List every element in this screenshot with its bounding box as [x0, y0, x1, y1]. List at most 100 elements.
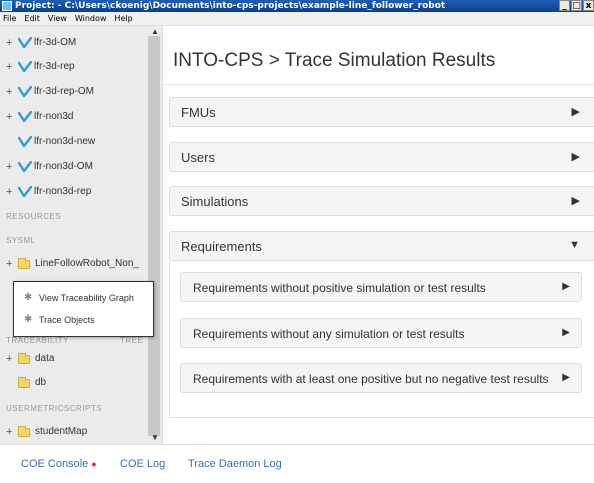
fmu-icon — [18, 161, 32, 173]
expand-icon[interactable]: + — [6, 109, 18, 125]
expand-icon[interactable]: + — [6, 424, 18, 440]
sidebar-item-lfr-3d-rep[interactable]: + lfr-3d-rep — [6, 59, 75, 75]
sidebar-item-label: studentMap — [35, 426, 88, 437]
expand-icon[interactable]: + — [6, 184, 18, 200]
fmu-icon — [18, 86, 32, 98]
sidebar-item-lfr-non3d-om[interactable]: + lfr-non3d-OM — [6, 159, 93, 175]
sidebar-item-db[interactable]: db — [6, 375, 46, 391]
fmu-icon — [18, 136, 32, 148]
menu-help[interactable]: Help — [114, 12, 132, 25]
coe-console-link[interactable]: COE Console ● — [21, 458, 97, 470]
caret-down-icon: ▼ — [569, 239, 580, 251]
trace-daemon-log-link[interactable]: Trace Daemon Log — [188, 458, 282, 470]
window-title-bar: Project: - C:\Users\ckoenig\Documents\in… — [0, 0, 594, 12]
expand-icon[interactable]: + — [6, 256, 18, 272]
menu-view[interactable]: View — [48, 12, 67, 25]
menu-item-view-traceability-graph[interactable]: ✱ View Traceability Graph — [24, 291, 134, 305]
sidebar-item-label: lfr-non3d — [34, 111, 74, 122]
sidebar-item-lfr-3d-rep-om[interactable]: + lfr-3d-rep-OM — [6, 84, 94, 100]
caret-right-icon: ▶ — [562, 281, 570, 292]
context-menu: ✱ View Traceability Graph ✱ Trace Object… — [13, 281, 154, 337]
page-title: INTO-CPS > Trace Simulation Results — [173, 50, 496, 71]
caret-right-icon: ▶ — [571, 106, 580, 118]
section-sysml[interactable]: SYSML — [6, 236, 36, 245]
panel-label: Requirements with at least one positive … — [193, 372, 549, 386]
window-controls: _ □ x — [559, 0, 594, 12]
gear-icon: ✱ — [24, 292, 33, 303]
panel-label: FMUs — [181, 105, 216, 120]
menu-bar: File Edit View Window Help — [0, 12, 594, 26]
sidebar-item-lfr-3d-om[interactable]: + lfr-3d-OM — [6, 35, 76, 51]
sidebar-item-lfr-non3d-rep[interactable]: + lfr-non3d-rep — [6, 184, 91, 200]
sidebar-item-label: lfr-3d-rep — [34, 61, 75, 72]
panel-label: Requirements without any simulation or t… — [193, 327, 465, 341]
section-traceability[interactable]: TRACEABILITY — [6, 336, 69, 345]
folder-icon — [18, 425, 30, 437]
gear-icon: ✱ — [24, 314, 33, 325]
expand-icon[interactable]: + — [6, 159, 18, 175]
sidebar-item-label: lfr-non3d-OM — [34, 161, 93, 172]
caret-right-icon: ▶ — [571, 151, 580, 163]
sidebar-item-label: LineFollowRobot_Non_ — [35, 258, 139, 269]
sidebar-item-label: lfr-non3d-new — [34, 136, 96, 147]
minimize-button[interactable]: _ — [559, 0, 570, 11]
scrollbar-thumb[interactable] — [148, 36, 160, 436]
caret-right-icon: ▶ — [562, 327, 570, 338]
expand-icon[interactable]: + — [6, 59, 18, 75]
section-traceability-tree[interactable]: TREE — [120, 336, 143, 345]
expand-icon[interactable]: + — [6, 351, 18, 367]
panel-label: Requirements — [181, 239, 262, 254]
panel-simulations[interactable]: Simulations ▶ — [169, 186, 594, 216]
sidebar-item-linefollowrobot[interactable]: + LineFollowRobot_Non_ — [6, 256, 139, 272]
panel-label: Requirements without positive simulation… — [193, 281, 486, 295]
menu-edit[interactable]: Edit — [24, 12, 40, 25]
sidebar-item-label: lfr-3d-OM — [34, 37, 77, 48]
panel-fmus[interactable]: FMUs ▶ — [169, 97, 594, 127]
coe-log-link[interactable]: COE Log — [120, 458, 165, 470]
close-button[interactable]: x — [583, 0, 594, 11]
sidebar-item-studentmap[interactable]: + studentMap — [6, 424, 87, 440]
sidebar-item-lfr-non3d[interactable]: + lfr-non3d — [6, 109, 73, 125]
fmu-icon — [18, 186, 32, 198]
panel-requirements[interactable]: Requirements ▼ — [169, 231, 594, 261]
coe-status-dot-icon: ● — [91, 459, 97, 469]
sidebar-divider[interactable] — [162, 26, 163, 444]
coe-console-label: COE Console — [21, 458, 89, 470]
scroll-down-icon[interactable]: ▼ — [151, 433, 159, 442]
menu-window[interactable]: Window — [75, 12, 107, 25]
expand-icon[interactable]: + — [6, 35, 18, 51]
panel-label: Simulations — [181, 194, 249, 209]
title-divider — [163, 84, 594, 85]
sidebar-item-label: data — [35, 353, 55, 364]
sidebar-item-lfr-non3d-new[interactable]: lfr-non3d-new — [6, 134, 95, 150]
maximize-button[interactable]: □ — [571, 0, 582, 11]
sidebar-item-label: lfr-3d-rep-OM — [34, 86, 95, 97]
panel-users[interactable]: Users ▶ — [169, 142, 594, 172]
sidebar-item-data[interactable]: + data — [6, 351, 54, 367]
app-icon — [2, 1, 12, 11]
folder-icon — [18, 376, 30, 388]
status-footer: COE Console ● COE Log Trace Daemon Log — [0, 444, 594, 483]
panel-label: Users — [181, 150, 215, 165]
menu-item-label: View Traceability Graph — [39, 293, 134, 303]
req-without-any-results[interactable]: Requirements without any simulation or t… — [180, 318, 582, 348]
sidebar-scrollbar[interactable]: ▲ ▼ — [148, 26, 160, 444]
section-resources[interactable]: RESOURCES — [6, 212, 61, 221]
project-sidebar: + lfr-3d-OM + lfr-3d-rep + lfr-3d-rep-OM… — [0, 26, 162, 444]
caret-right-icon: ▶ — [562, 372, 570, 383]
req-without-positive-results[interactable]: Requirements without positive simulation… — [180, 272, 582, 302]
sidebar-item-label: db — [35, 377, 47, 388]
window-title: Project: - C:\Users\ckoenig\Documents\in… — [15, 1, 446, 11]
menu-item-trace-objects[interactable]: ✱ Trace Objects — [24, 313, 95, 327]
sidebar-item-label: lfr-non3d-rep — [34, 186, 92, 197]
menu-item-label: Trace Objects — [39, 315, 95, 325]
scroll-up-icon[interactable]: ▲ — [151, 27, 159, 36]
menu-file[interactable]: File — [3, 12, 16, 25]
fmu-icon — [18, 37, 32, 49]
fmu-icon — [18, 61, 32, 73]
folder-icon — [18, 257, 30, 269]
fmu-icon — [18, 111, 32, 123]
section-usermetricscripts[interactable]: USERMETRICSCRIPTS — [6, 404, 102, 413]
expand-icon[interactable]: + — [6, 84, 18, 100]
req-positive-no-negative[interactable]: Requirements with at least one positive … — [180, 363, 582, 393]
